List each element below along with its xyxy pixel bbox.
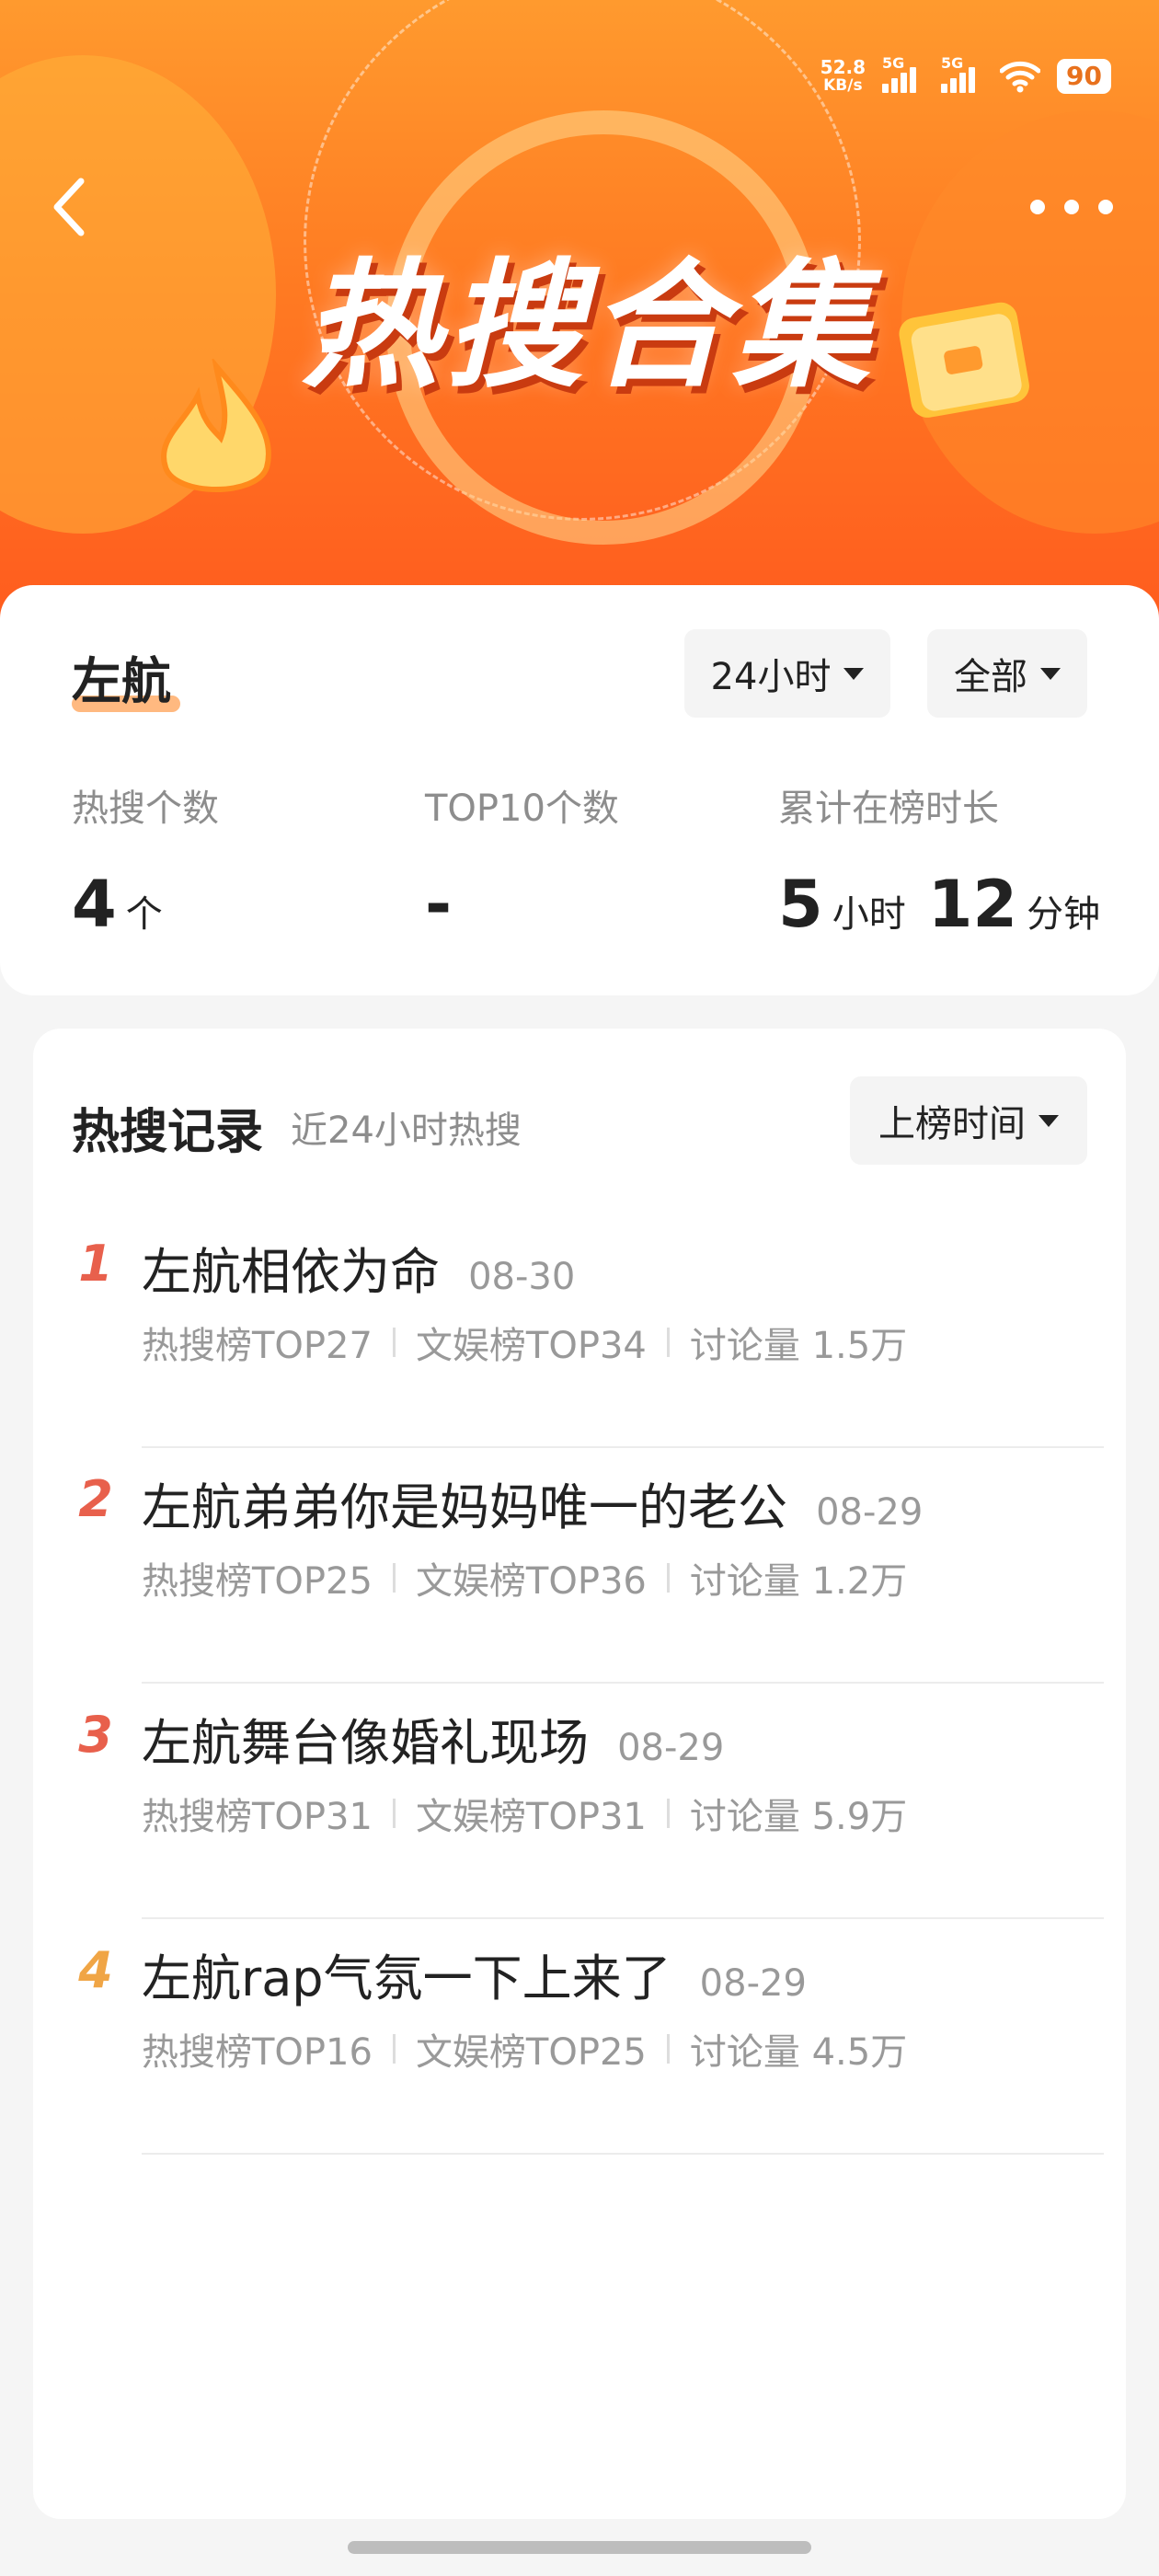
list-item[interactable]: 4 左航rap气氛一下上来了 08-29 热搜榜TOP16 文娱榜TOP25 讨… <box>33 1919 1126 2155</box>
network-speed: 52.8 KB/s <box>820 56 866 95</box>
list-item[interactable]: 3 左航舞台像婚礼现场 08-29 热搜榜TOP31 文娱榜TOP31 讨论量 … <box>33 1684 1126 1919</box>
dot <box>1030 200 1045 214</box>
row-divider <box>142 2153 1104 2155</box>
rank-number: 1 <box>78 1235 113 1293</box>
divider <box>392 1563 396 1593</box>
caret-down-icon <box>843 667 865 680</box>
wifi-icon <box>1000 61 1041 93</box>
divider <box>666 2034 670 2064</box>
summary-card-inner: 左航 24小时 全部 热搜个数 4 个 TOP10个数 - 累计在榜时长 5 小… <box>33 585 1126 995</box>
summary-card: 左航 24小时 全部 热搜个数 4 个 TOP10个数 - 累计在榜时长 5 小… <box>0 585 1159 995</box>
stat-total-duration: 累计在榜时长 5 小时 12 分钟 <box>778 788 1101 942</box>
caret-down-icon <box>1040 667 1061 680</box>
dot <box>1064 200 1079 214</box>
item-title: 左航弟弟你是妈妈唯一的老公 <box>142 1478 787 1536</box>
divider <box>392 1799 396 1828</box>
divider <box>666 1328 670 1357</box>
records-title: 热搜记录 <box>72 1105 264 1160</box>
caret-down-icon <box>1039 1114 1059 1127</box>
item-date: 08-29 <box>617 1727 725 1769</box>
rank-number: 4 <box>78 1941 113 1999</box>
item-meta: 热搜榜TOP27 文娱榜TOP34 讨论量 1.5万 <box>142 1325 908 1367</box>
dot <box>1098 200 1113 214</box>
item-title: 左航舞台像婚礼现场 <box>142 1714 589 1772</box>
divider <box>666 1799 670 1828</box>
flame-icon <box>161 359 271 492</box>
stat-hot-count: 热搜个数 4 个 <box>72 788 219 942</box>
chevron-left-icon <box>53 178 85 236</box>
item-date: 08-29 <box>699 1962 807 2005</box>
scope-filter-dropdown[interactable]: 全部 <box>927 629 1087 718</box>
item-title: 左航相依为命 <box>142 1243 440 1301</box>
rank-number: 2 <box>78 1470 113 1528</box>
banner-title: 热搜合集 <box>301 247 876 407</box>
signal-icon: 5G <box>882 54 924 93</box>
divider <box>666 1563 670 1593</box>
item-date: 08-30 <box>468 1256 576 1298</box>
hero-banner: 52.8 KB/s 5G 5G 90 热搜合集 <box>0 0 1159 644</box>
status-bar: 52.8 KB/s 5G 5G 90 <box>820 53 1111 99</box>
item-title: 左航rap气氛一下上来了 <box>142 1949 671 2007</box>
back-button[interactable] <box>40 175 96 239</box>
stat-top10-count: TOP10个数 - <box>425 788 619 942</box>
divider <box>392 2034 396 2064</box>
rank-number: 3 <box>78 1706 113 1764</box>
signal-icon: 5G <box>941 54 983 93</box>
records-subtitle: 近24小时热搜 <box>291 1110 522 1152</box>
list-item[interactable]: 2 左航弟弟你是妈妈唯一的老公 08-29 热搜榜TOP25 文娱榜TOP36 … <box>33 1448 1126 1684</box>
folder-icon <box>899 302 1029 418</box>
battery-icon: 90 <box>1057 59 1111 94</box>
sort-dropdown[interactable]: 上榜时间 <box>850 1076 1087 1165</box>
list-item[interactable]: 1 左航相依为命 08-30 热搜榜TOP27 文娱榜TOP34 讨论量 1.5… <box>33 1213 1126 1448</box>
divider <box>392 1328 396 1357</box>
home-indicator[interactable] <box>348 2541 811 2554</box>
records-list: 1 左航相依为命 08-30 热搜榜TOP27 文娱榜TOP34 讨论量 1.5… <box>33 1213 1126 2155</box>
time-filter-dropdown[interactable]: 24小时 <box>684 629 890 718</box>
records-card: 热搜记录 近24小时热搜 上榜时间 1 左航相依为命 08-30 热搜榜TOP2… <box>33 1029 1126 2519</box>
item-meta: 热搜榜TOP16 文娱榜TOP25 讨论量 4.5万 <box>142 2031 908 2074</box>
item-meta: 热搜榜TOP31 文娱榜TOP31 讨论量 5.9万 <box>142 1796 908 1838</box>
item-meta: 热搜榜TOP25 文娱榜TOP36 讨论量 1.2万 <box>142 1560 908 1603</box>
more-options-button[interactable] <box>1030 184 1113 230</box>
person-name: 左航 <box>72 652 171 710</box>
item-date: 08-29 <box>816 1491 924 1534</box>
